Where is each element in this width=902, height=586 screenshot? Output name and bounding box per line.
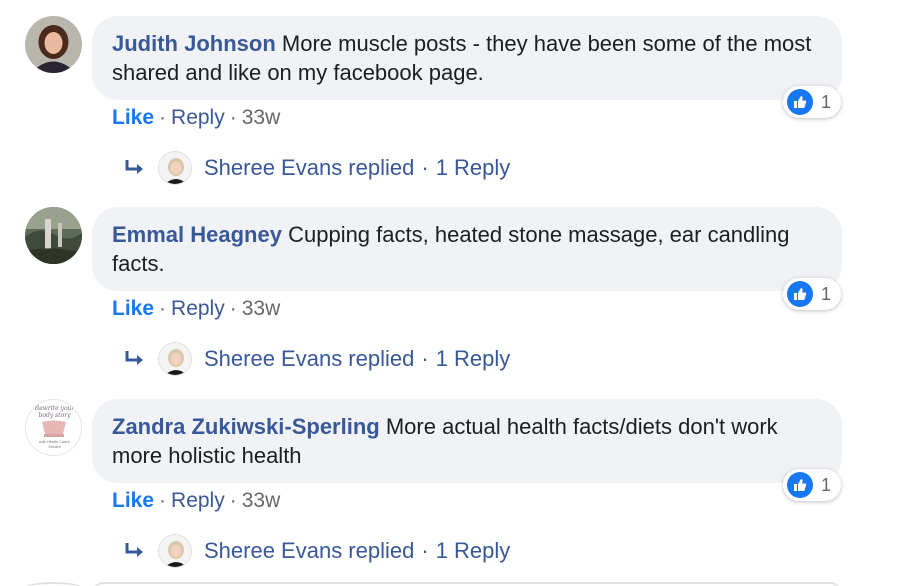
reaction-count: 1 [821, 474, 832, 495]
reaction-badge[interactable]: 1 [783, 278, 842, 310]
like-button[interactable]: Like [112, 106, 154, 129]
reply-count: 1 Reply [435, 155, 511, 180]
reply-count: 1 Reply [435, 538, 511, 563]
svg-text:body story: body story [39, 412, 72, 419]
avatar [158, 342, 192, 376]
reaction-badge[interactable]: 1 [783, 86, 842, 118]
view-replies-link[interactable]: Sheree Evans replied · 1 Reply [124, 341, 510, 377]
svg-text:Rewrite your: Rewrite your [34, 405, 76, 412]
comment-bubble [92, 582, 842, 586]
comment-timestamp[interactable]: 33w [242, 297, 281, 320]
comment-bubble: Judith Johnson More muscle posts - they … [92, 16, 842, 100]
comment-author[interactable]: Judith Johnson [112, 31, 276, 56]
thumbs-up-icon [787, 89, 813, 115]
reaction-count: 1 [821, 283, 832, 304]
comment-author[interactable]: Emmal Heagney [112, 222, 282, 247]
replied-by-text: Sheree Evans replied [204, 346, 415, 371]
avatar [158, 534, 192, 568]
comment-timestamp[interactable]: 33w [242, 106, 281, 129]
thumbs-up-icon [787, 281, 813, 307]
comment-actions: Like · Reply · 33w [112, 297, 281, 320]
comment-bubble: Emmal Heagney Cupping facts, heated ston… [92, 207, 842, 291]
thumbs-up-icon [787, 472, 813, 498]
comment-author[interactable]: Zandra Zukiwski-Sperling [112, 414, 380, 439]
view-replies-link[interactable]: Sheree Evans replied · 1 Reply [124, 150, 510, 186]
like-button[interactable]: Like [112, 489, 154, 512]
comment-item: Rewrite your body story with Health Coac… [0, 399, 902, 586]
reply-button[interactable]: Reply [171, 297, 225, 320]
reaction-count: 1 [821, 91, 832, 112]
view-replies-link[interactable]: Sheree Evans replied · 1 Reply [124, 533, 510, 569]
replied-by-text: Sheree Evans replied [204, 538, 415, 563]
comment-actions: Like · Reply · 33w [112, 106, 281, 129]
replied-by-text: Sheree Evans replied [204, 155, 415, 180]
avatar[interactable] [25, 16, 82, 73]
comment-bubble: Zandra Zukiwski-Sperling More actual hea… [92, 399, 842, 483]
reply-button[interactable]: Reply [171, 489, 225, 512]
reply-arrow-icon [125, 160, 143, 174]
avatar [158, 151, 192, 185]
reply-button[interactable]: Reply [171, 106, 225, 129]
avatar[interactable] [25, 207, 82, 264]
reaction-badge[interactable]: 1 [783, 469, 842, 501]
comment-timestamp[interactable]: 33w [242, 489, 281, 512]
comment-item: Judith Johnson More muscle posts - they … [0, 16, 902, 208]
reply-count: 1 Reply [435, 346, 511, 371]
like-button[interactable]: Like [112, 297, 154, 320]
svg-text:Zandra: Zandra [48, 445, 60, 449]
avatar[interactable]: Rewrite your body story with Health Coac… [25, 399, 82, 456]
comment-actions: Like · Reply · 33w [112, 489, 281, 512]
reply-arrow-icon [125, 351, 143, 365]
comment-item: Emmal Heagney Cupping facts, heated ston… [0, 207, 902, 399]
svg-text:with Health Coach: with Health Coach [39, 440, 70, 444]
reply-arrow-icon [125, 543, 143, 557]
